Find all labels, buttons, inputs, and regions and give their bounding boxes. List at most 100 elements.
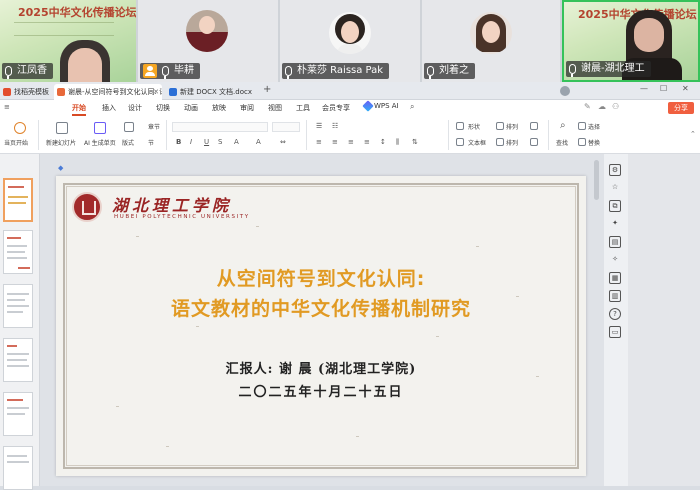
select-icon[interactable] [578, 122, 586, 130]
help-icon[interactable]: ? [609, 308, 621, 320]
arrange-icon[interactable] [496, 122, 504, 130]
slide-canvas[interactable]: 湖北理工学院 HUBEI POLYTECHNIC UNIVERSITY 从空间符… [56, 176, 586, 476]
replace-button[interactable]: 替换 [588, 138, 600, 147]
close-window-icon[interactable]: ✕ [682, 84, 689, 93]
menu-member[interactable]: 会员专享 [322, 103, 350, 113]
table-icon[interactable]: ▥ [609, 290, 621, 302]
align-center-icon[interactable]: ≡ [332, 138, 338, 146]
cooperate-icon[interactable]: ⚇ [612, 102, 619, 111]
tab-docx[interactable]: 新建 DOCX 文档.docx [166, 84, 258, 100]
menu-tools[interactable]: 工具 [296, 103, 310, 113]
smart-tool-icon[interactable]: ◆ [58, 164, 63, 172]
banner-title: 2025中华文化传播论坛 [18, 6, 136, 19]
participant-namebar: 毕耕 [140, 63, 200, 79]
menu-view[interactable]: 视图 [268, 103, 282, 113]
copy-format-icon[interactable]: ⧉ [609, 200, 621, 212]
menu-animation[interactable]: 动画 [184, 103, 198, 113]
participant-tile-2[interactable]: 毕耕 [138, 0, 278, 82]
bold-icon[interactable]: B [176, 138, 181, 146]
font-size-select[interactable] [272, 122, 300, 132]
shape-button[interactable]: 形状 [468, 122, 480, 131]
shape-icon[interactable] [456, 122, 464, 130]
participant-name: 毕耕 [174, 65, 194, 76]
align-left-icon[interactable]: ≡ [316, 138, 322, 146]
font-name-select[interactable] [172, 122, 268, 132]
collapse-ribbon-icon[interactable]: ⌃ [690, 130, 696, 138]
tab-template[interactable]: 找稻壳模板 [0, 84, 52, 100]
star-icon[interactable]: ☆ [609, 182, 621, 194]
current-start-label[interactable]: 当页开始 [4, 138, 28, 147]
select-button[interactable]: 选择 [588, 122, 600, 131]
slide-thumbnail[interactable] [3, 178, 33, 222]
sync-icon[interactable]: ☁ [598, 102, 606, 111]
section-button[interactable]: 章节 [148, 122, 160, 131]
layout-button[interactable]: 版式 [122, 138, 134, 147]
columns-icon[interactable]: ⫼ [396, 138, 399, 147]
ai-slide-icon[interactable] [94, 122, 106, 134]
settings-icon[interactable]: ✦ [609, 218, 621, 230]
play-from-current-icon[interactable] [14, 122, 26, 134]
menu-insert[interactable]: 插入 [102, 103, 116, 113]
mic-icon [569, 64, 576, 77]
justify-icon[interactable]: ≡ [364, 138, 370, 146]
participant-tile-4[interactable]: 刘着之 [422, 0, 560, 82]
animation-pane-icon[interactable]: ▦ [609, 272, 621, 284]
bullet-list-icon[interactable]: ☰ [316, 122, 322, 130]
maximize-icon[interactable]: ☐ [660, 84, 667, 93]
fill-icon[interactable] [530, 138, 538, 146]
text-direction-icon[interactable]: ⇅ [412, 138, 418, 146]
wps-ai-button[interactable]: WPS AI [362, 100, 399, 112]
menu-slideshow[interactable]: 放映 [212, 103, 226, 113]
participant-tile-3[interactable]: 朴莱莎 Raissa Pak [280, 0, 420, 82]
magic-icon[interactable]: ✧ [609, 254, 621, 266]
comment-icon[interactable]: ✎ [584, 102, 591, 111]
underline-icon[interactable]: U [204, 138, 209, 146]
menu-start[interactable]: 开始 [72, 103, 86, 113]
slide-thumbnail[interactable] [3, 446, 33, 490]
find-button[interactable]: 查找 [556, 138, 568, 147]
italic-icon[interactable]: I [190, 138, 192, 146]
new-tab-icon[interactable]: + [263, 84, 271, 95]
section-button-2[interactable]: 节 [148, 138, 154, 147]
highlight-icon[interactable]: A [256, 138, 261, 146]
menu-design[interactable]: 设计 [128, 103, 142, 113]
replace-icon[interactable] [578, 138, 586, 146]
textbox-icon[interactable] [456, 138, 464, 146]
tab-presentation[interactable]: 谢晨-从空间符号到文化认同: 语 ✕ [54, 84, 162, 100]
slide-thumbnail[interactable] [3, 392, 33, 436]
comment-pane-icon[interactable]: ▭ [609, 326, 621, 338]
outline-icon[interactable] [530, 122, 538, 130]
layers-icon[interactable]: ▤ [609, 236, 621, 248]
arrange2-icon[interactable] [496, 138, 504, 146]
close-tab-icon[interactable]: ✕ [153, 84, 159, 100]
layout-icon[interactable] [124, 122, 134, 132]
textbox-button[interactable]: 文本框 [468, 138, 486, 147]
slide-thumbnail-pane[interactable] [0, 154, 40, 490]
align-right-icon[interactable]: ≡ [348, 138, 354, 146]
participant-tile-1[interactable]: 2025中华文化传播论坛 江凤香 [0, 0, 136, 82]
find-icon[interactable]: ⌕ [560, 120, 566, 131]
new-slide-button[interactable]: 新建幻灯片 [46, 138, 76, 147]
strikethrough-icon[interactable]: S [218, 138, 222, 146]
numbered-list-icon[interactable]: ☷ [332, 122, 338, 130]
menu-transition[interactable]: 切换 [156, 103, 170, 113]
participant-tile-5-speaking[interactable]: 2025中华文化传播论坛 谢晨-湖北理工 [562, 0, 700, 82]
ai-generate-button[interactable]: AI 生成单页 [84, 138, 116, 147]
share-button[interactable]: 分享 [668, 102, 694, 114]
slide-thumbnail[interactable] [3, 230, 33, 274]
slide-thumbnail[interactable] [3, 338, 33, 382]
search-icon[interactable]: ⌕ [410, 102, 414, 112]
font-color-icon[interactable]: A [234, 138, 239, 146]
arrange-button-2[interactable]: 排列 [506, 138, 518, 147]
property-icon[interactable]: ⚙ [609, 164, 621, 176]
new-slide-icon[interactable] [56, 122, 68, 134]
vertical-scrollbar[interactable] [594, 160, 599, 200]
account-avatar[interactable] [560, 86, 570, 96]
menu-review[interactable]: 审阅 [240, 103, 254, 113]
char-spacing-icon[interactable]: ⇔ [280, 138, 286, 146]
line-spacing-icon[interactable]: ↕ [380, 138, 386, 146]
arrange-button[interactable]: 排列 [506, 122, 518, 131]
hamburger-icon[interactable]: ≡ [4, 103, 10, 111]
slide-thumbnail[interactable] [3, 284, 33, 328]
minimize-icon[interactable]: — [640, 84, 648, 93]
